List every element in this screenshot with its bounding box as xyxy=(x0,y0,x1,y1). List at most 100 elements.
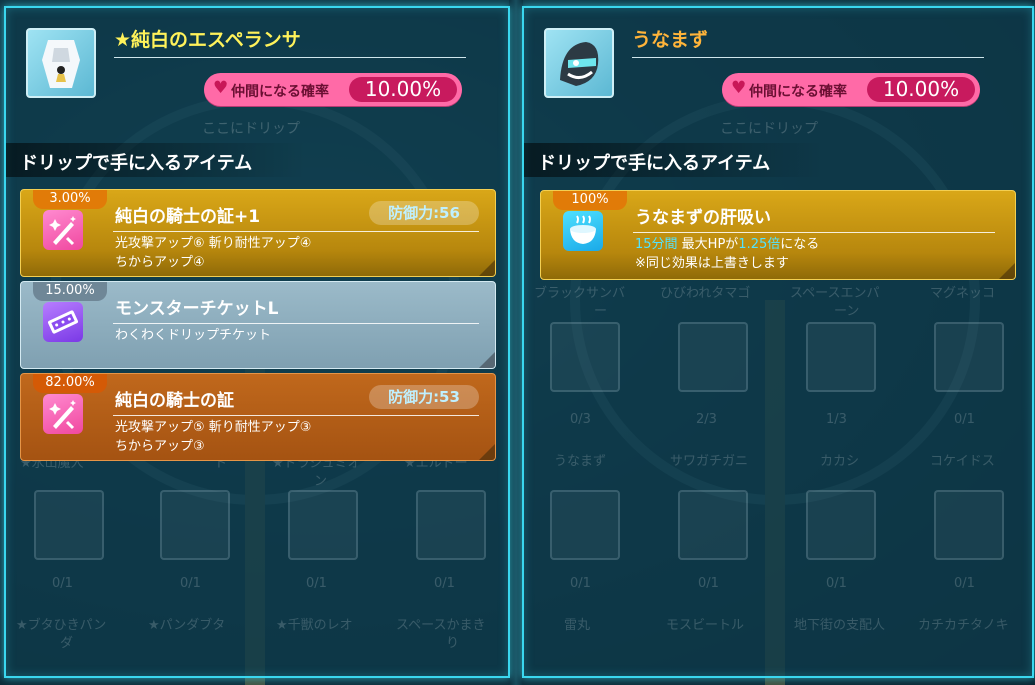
monster-knight-icon xyxy=(42,40,80,88)
bg-count: 1/3 xyxy=(826,412,847,427)
bg-label: スペースエンパ xyxy=(790,286,880,301)
drop-item-card[interactable]: 82.00% 純白の騎士の証 防御力:53 光攻撃アップ⑤ 斬り耐性アップ③ ち… xyxy=(20,373,496,461)
bg-monster-tile xyxy=(678,490,748,560)
bg-label: ひびわれタマゴ xyxy=(660,286,751,301)
section-title: ドリップで手に入るアイテム xyxy=(20,153,253,174)
drip-info-panel-left: ★氷山魔人 ト ★ドラジュミオ ン ★エルドー 0/1 0/1 0/1 0/1 … xyxy=(4,6,510,678)
bg-monster-tile xyxy=(550,490,620,560)
bg-label: 地下街の支配人 xyxy=(794,618,886,633)
bg-monster-tile xyxy=(806,490,876,560)
sword-sparkle-icon xyxy=(43,394,83,434)
bg-monster-tile xyxy=(288,490,358,560)
item-name: 純白の騎士の証 xyxy=(115,391,234,411)
bg-monster-tile xyxy=(34,490,104,560)
bg-label: ★ブタひきパン xyxy=(16,618,107,633)
bg-label: うなまず xyxy=(554,454,607,469)
card-corner xyxy=(479,444,495,460)
item-description: 光攻撃アップ⑥ 斬り耐性アップ④ ちからアップ④ xyxy=(115,234,311,272)
bg-label: ーン xyxy=(834,304,860,319)
bg-monster-tile xyxy=(934,322,1004,392)
bg-label: ダ xyxy=(60,636,74,651)
bg-label: サワガチガニ xyxy=(670,454,749,469)
effect-duration: 15分間 xyxy=(635,237,678,252)
recruit-rate-pill: ♥ 仲間になる確率 10.00% xyxy=(204,73,462,106)
item-name: 純白の騎士の証+1 xyxy=(115,207,261,227)
effect-multiplier: 1.25倍 xyxy=(738,237,781,252)
monster-catfish-icon xyxy=(560,42,599,86)
bg-monster-tile xyxy=(160,490,230,560)
item-effect-line: 光攻撃アップ⑤ 斬り耐性アップ③ xyxy=(115,420,312,435)
defense-stat: 防御力:56 xyxy=(369,201,479,225)
recruit-rate-label: 仲間になる確率 xyxy=(231,84,329,100)
ticket-icon xyxy=(43,302,83,342)
drop-item-card[interactable]: 15.00% モンスターチケットL わくわくドリップチケット xyxy=(20,281,496,369)
monster-portrait xyxy=(544,28,614,98)
bg-label: ー xyxy=(594,304,608,319)
effect-text: 最大HPが xyxy=(677,237,739,252)
bg-count: 0/1 xyxy=(434,576,455,591)
item-effect-line: ちからアップ④ xyxy=(115,255,205,270)
item-description: 光攻撃アップ⑤ 斬り耐性アップ③ ちからアップ③ xyxy=(115,418,311,456)
card-corner xyxy=(479,260,495,276)
drop-rate-badge: 82.00% xyxy=(33,374,107,393)
item-divider xyxy=(113,231,479,232)
item-divider xyxy=(113,323,479,324)
bg-label: モスビートル xyxy=(666,618,745,633)
item-description: 15分間 最大HPが1.25倍になる ※同じ効果は上書きします xyxy=(635,235,819,273)
bg-count: 0/1 xyxy=(180,576,201,591)
bg-count: 0/1 xyxy=(954,412,975,427)
bg-label: カチカチタノキ xyxy=(918,618,1009,633)
panel-divider xyxy=(509,0,523,685)
recruit-rate-value: 10.00% xyxy=(867,77,975,102)
item-name: モンスターチケットL xyxy=(115,299,279,319)
drop-item-card[interactable]: 100% うなまずの肝吸い 15分間 最大HPが1.25倍になる ※同じ効果は上… xyxy=(540,190,1016,280)
bg-label: 雷丸 xyxy=(564,618,591,633)
section-title: ドリップで手に入るアイテム xyxy=(538,153,771,174)
bg-count: 0/1 xyxy=(52,576,73,591)
drip-placeholder-text: ここにドリップ xyxy=(202,121,300,137)
bg-label: マグネッコ xyxy=(930,286,996,301)
bg-count: 0/3 xyxy=(570,412,591,427)
bg-monster-tile xyxy=(416,490,486,560)
item-divider xyxy=(633,232,995,233)
bg-count: 0/1 xyxy=(698,576,719,591)
bg-label: スペースかまき xyxy=(396,618,486,633)
drop-rate-badge: 3.00% xyxy=(33,190,107,209)
recruit-rate-value: 10.00% xyxy=(349,77,457,102)
bg-label: コケイドス xyxy=(930,454,995,469)
drip-placeholder-text: ここにドリップ xyxy=(720,121,818,137)
soup-bowl-icon xyxy=(563,211,603,251)
monster-name: ★純白のエスペランサ xyxy=(114,29,301,51)
heart-icon: ♥ xyxy=(731,78,747,98)
bg-label: カカシ xyxy=(820,454,860,469)
sword-sparkle-icon xyxy=(43,210,83,250)
item-effect-line: ちからアップ③ xyxy=(115,439,205,454)
name-underline xyxy=(114,57,466,58)
bg-monster-tile xyxy=(806,322,876,392)
drop-item-card[interactable]: 3.00% 純白の騎士の証+1 防御力:56 光攻撃アップ⑥ 斬り耐性アップ④ … xyxy=(20,189,496,277)
item-description: わくわくドリップチケット xyxy=(115,326,271,345)
bg-monster-tile xyxy=(934,490,1004,560)
drip-info-panel-right: ブラックサンバ ひびわれタマゴ スペースエンパ マグネッコ ー ーン 0/3 2… xyxy=(522,6,1034,678)
monster-name: うなまず xyxy=(632,29,709,51)
drop-rate-badge: 100% xyxy=(553,191,627,210)
monster-portrait xyxy=(26,28,96,98)
item-effect-line: 15分間 最大HPが1.25倍になる xyxy=(635,235,819,254)
recruit-rate-label: 仲間になる確率 xyxy=(749,84,847,100)
drop-rate-badge: 15.00% xyxy=(33,282,107,301)
bg-label: ★パンダブタ xyxy=(148,618,226,633)
section-header: ドリップで手に入るアイテム xyxy=(524,143,824,177)
item-effect-line: わくわくドリップチケット xyxy=(115,328,272,343)
name-underline xyxy=(632,57,984,58)
heart-icon: ♥ xyxy=(213,78,229,98)
section-header: ドリップで手に入るアイテム xyxy=(6,143,306,177)
bg-label: ン xyxy=(314,474,328,489)
item-name: うなまずの肝吸い xyxy=(635,208,771,228)
bg-count: 0/1 xyxy=(954,576,975,591)
item-divider xyxy=(113,415,479,416)
bg-count: 0/1 xyxy=(826,576,847,591)
bg-label: ブラックサンバ xyxy=(534,286,626,301)
effect-note: ※同じ効果は上書きします xyxy=(635,256,789,271)
bg-count: 0/1 xyxy=(306,576,327,591)
bg-monster-tile xyxy=(678,322,748,392)
